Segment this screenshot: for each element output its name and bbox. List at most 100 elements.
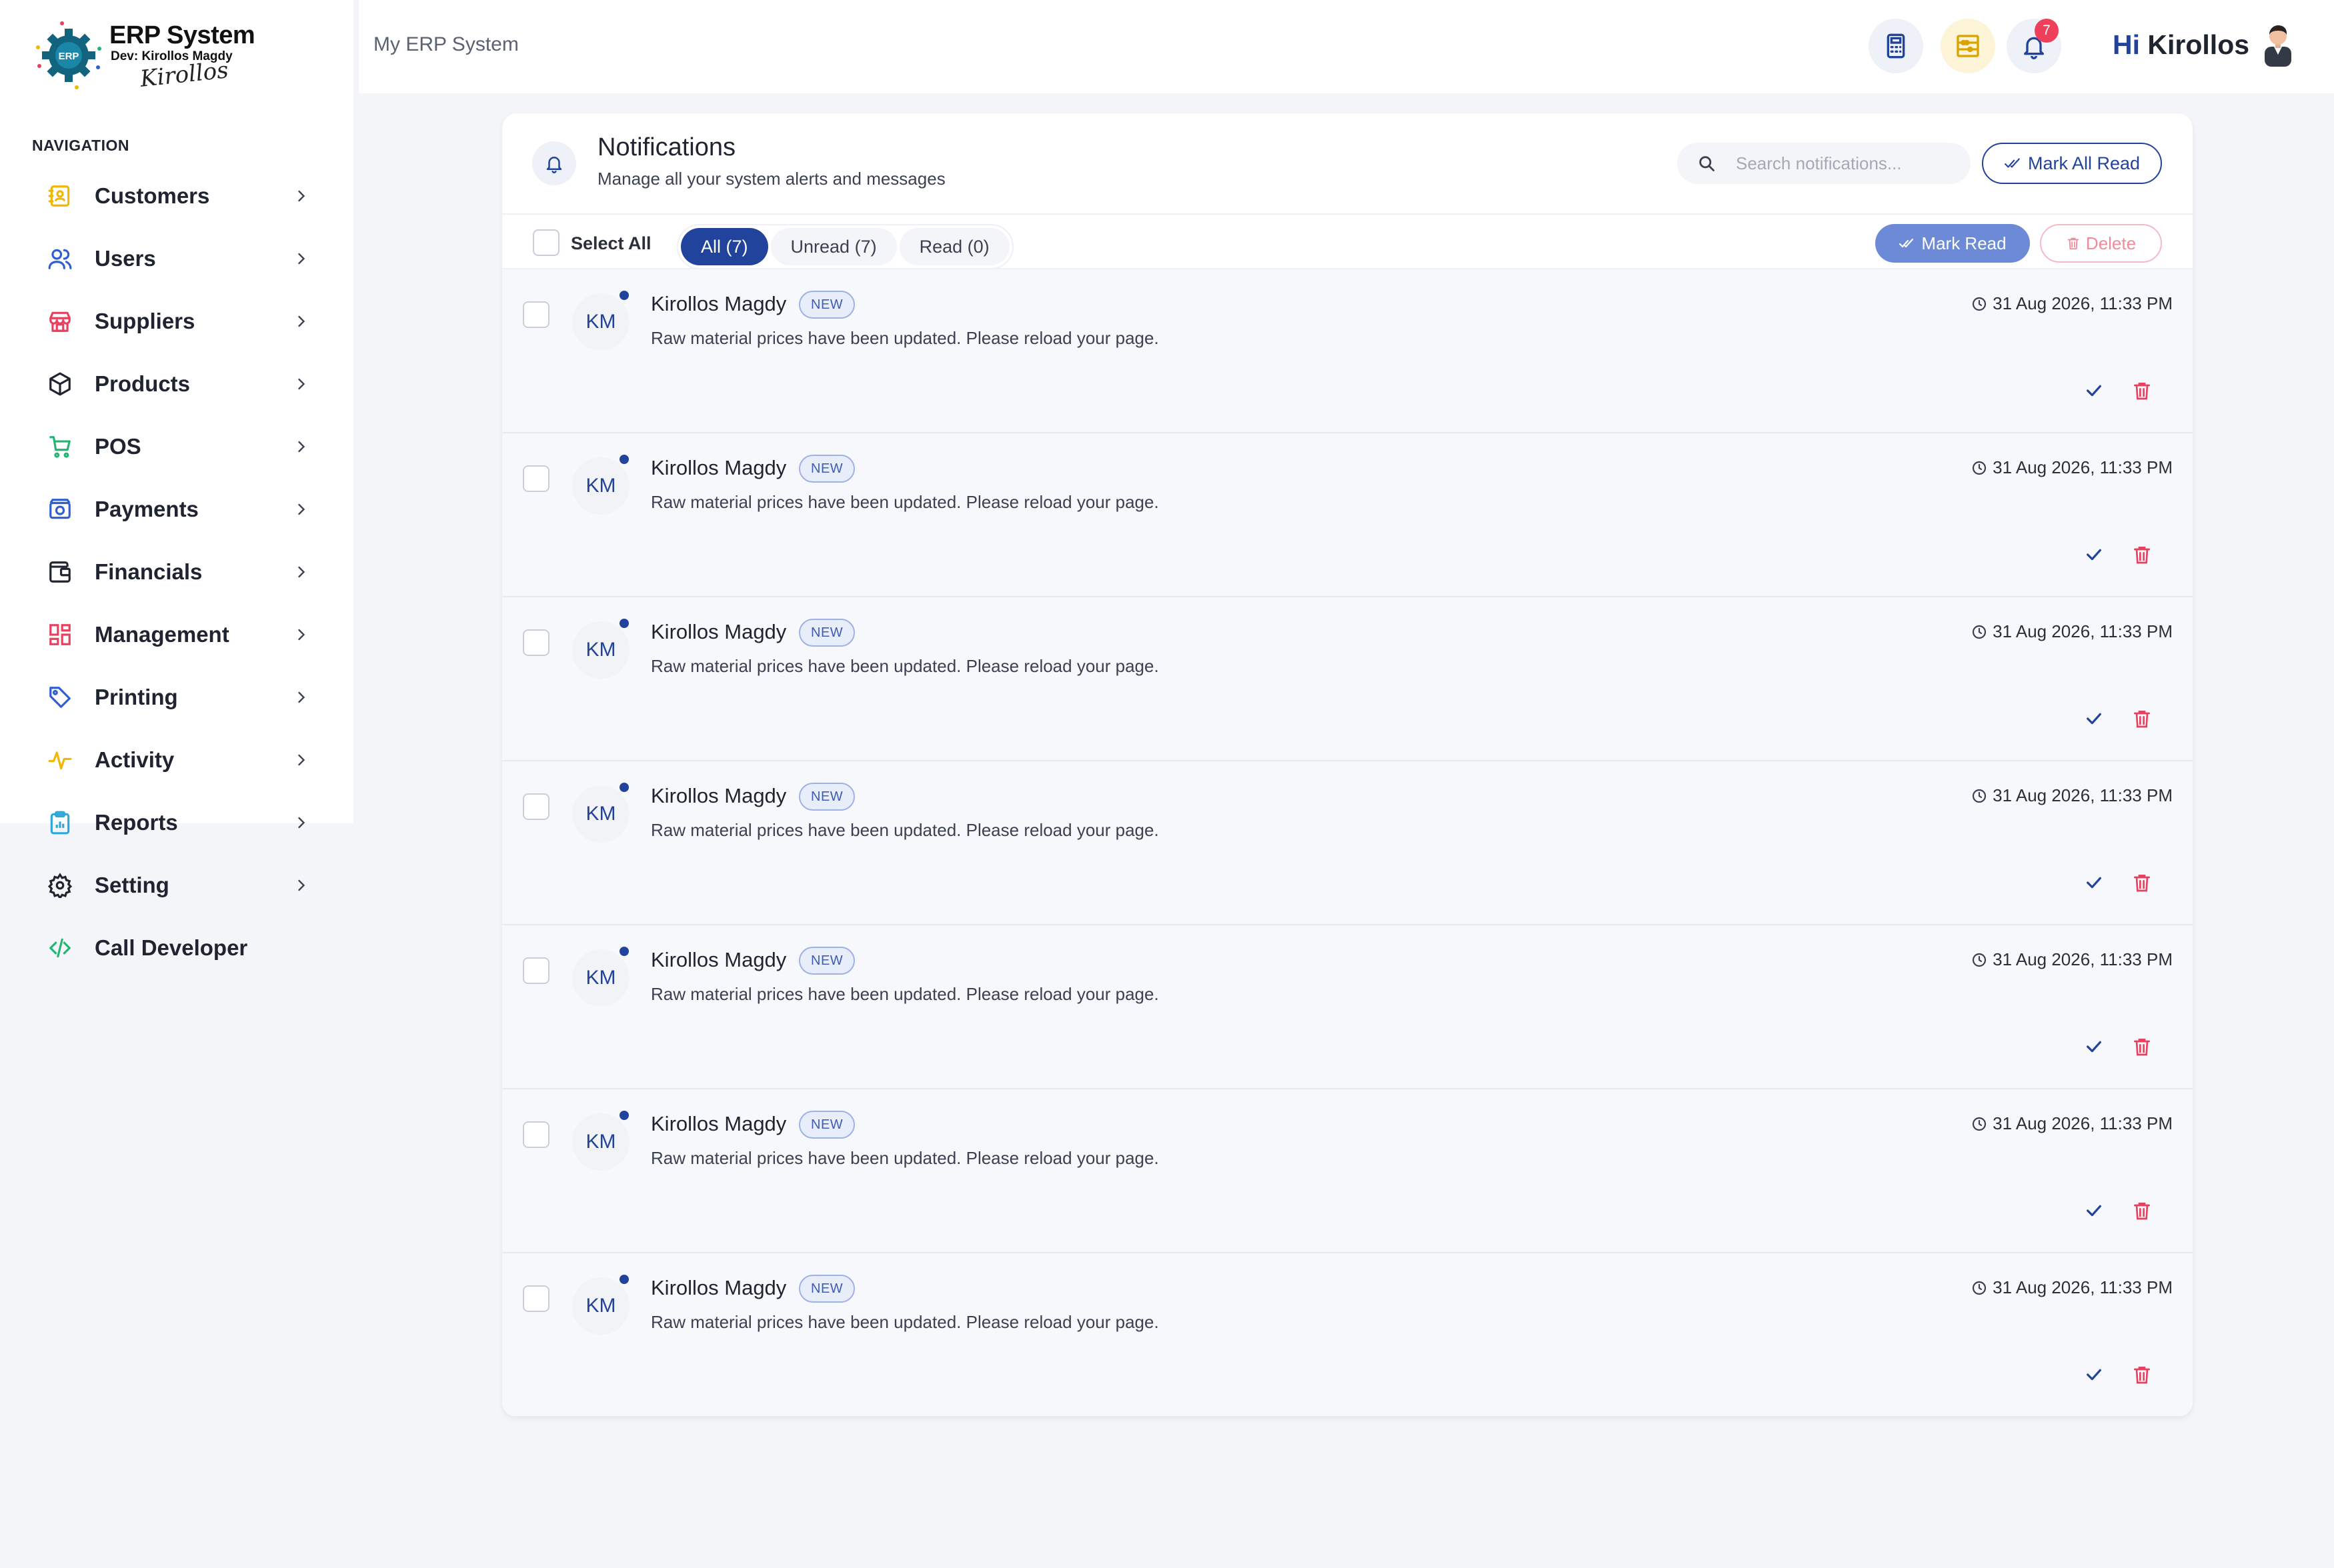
user-avatar-icon[interactable]: [2258, 23, 2298, 67]
notification-row[interactable]: KM Kirollos Magdy NEW Raw material prices h…: [502, 269, 2193, 433]
check-icon: [2087, 1369, 2101, 1381]
delete-row-button[interactable]: [2127, 1032, 2157, 1061]
sidebar-item-management[interactable]: Management: [0, 603, 353, 666]
check-icon: [2087, 549, 2101, 561]
notification-checkbox[interactable]: [523, 629, 549, 656]
sidebar-item-pos[interactable]: POS: [0, 415, 353, 478]
delete-row-button[interactable]: [2127, 704, 2157, 733]
abacus-button[interactable]: [1941, 19, 1995, 73]
delete-row-button[interactable]: [2127, 540, 2157, 569]
sidebar-item-financials[interactable]: Financials: [0, 541, 353, 603]
chevron-right-icon: [292, 751, 311, 769]
avatar-initials: KM: [586, 1131, 616, 1153]
search-input[interactable]: [1736, 153, 1963, 174]
sender-name: Kirollos Magdy: [651, 1112, 787, 1135]
select-all-checkbox[interactable]: [533, 229, 559, 256]
notification-time: 31 Aug 2026, 11:33 PM: [1971, 1277, 2173, 1298]
calculator-button[interactable]: [1869, 19, 1923, 73]
avatar: KM: [572, 621, 630, 679]
notification-time: 31 Aug 2026, 11:33 PM: [1971, 1113, 2173, 1134]
notification-row[interactable]: KM Kirollos Magdy NEW Raw material prices h…: [502, 597, 2193, 761]
notification-time: 31 Aug 2026, 11:33 PM: [1971, 457, 2173, 478]
tab-read[interactable]: Read (0): [899, 228, 1010, 265]
mark-all-read-button[interactable]: Mark All Read: [1982, 143, 2162, 184]
trash-icon: [2134, 875, 2150, 892]
sender-name: Kirollos Magdy: [651, 292, 787, 315]
sidebar-item-products[interactable]: Products: [0, 353, 353, 415]
notification-checkbox[interactable]: [523, 1121, 549, 1148]
timestamp: 31 Aug 2026, 11:33 PM: [1993, 293, 2173, 313]
nav-list: Customers Users Suppliers Products POS P…: [0, 165, 353, 979]
sidebar-item-printing[interactable]: Printing: [0, 666, 353, 729]
unread-dot: [620, 455, 629, 464]
delete-row-button[interactable]: [2127, 1360, 2157, 1389]
notification-row[interactable]: KM Kirollos Magdy NEW Raw material prices h…: [502, 433, 2193, 597]
notification-time: 31 Aug 2026, 11:33 PM: [1971, 785, 2173, 806]
mark-read-row-button[interactable]: [2079, 1360, 2109, 1389]
notifications-button[interactable]: 7: [2007, 19, 2061, 73]
sidebar-item-suppliers[interactable]: Suppliers: [0, 290, 353, 353]
new-badge: NEW: [799, 1111, 856, 1139]
greeting-hi: Hi: [2113, 29, 2140, 60]
erp-logo-icon: ERP: [36, 21, 101, 89]
sidebar-item-payments[interactable]: Payments: [0, 478, 353, 541]
sidebar-item-label: Customers: [95, 183, 210, 208]
search-box: [1677, 143, 1971, 184]
brand[interactable]: ERP ERP System Dev: Kirollos Magdy Kirol…: [33, 20, 313, 95]
sidebar-item-reports[interactable]: Reports: [0, 791, 353, 854]
delete-button[interactable]: Delete: [2040, 224, 2162, 263]
avatar: KM: [572, 1113, 630, 1171]
trash-icon: [2134, 1367, 2150, 1384]
tab-unread[interactable]: Unread (7): [770, 228, 897, 265]
dashboard-icon: [47, 621, 73, 648]
unread-dot: [620, 1275, 629, 1284]
notification-checkbox[interactable]: [523, 1285, 549, 1312]
panel-header: Notifications Manage all your system ale…: [502, 113, 2193, 215]
gear-icon: [47, 872, 73, 899]
trash-icon: [2134, 1039, 2150, 1056]
unread-dot: [620, 1111, 629, 1120]
avatar-initials: KM: [586, 1295, 616, 1317]
mark-read-row-button[interactable]: [2079, 540, 2109, 569]
sidebar-item-label: Products: [95, 371, 191, 396]
mark-read-row-button[interactable]: [2079, 376, 2109, 405]
notification-row[interactable]: KM Kirollos Magdy NEW Raw material prices h…: [502, 1089, 2193, 1253]
check-icon: [2087, 877, 2101, 889]
delete-row-button[interactable]: [2127, 1196, 2157, 1225]
notification-checkbox[interactable]: [523, 793, 549, 820]
mark-read-row-button[interactable]: [2079, 1196, 2109, 1225]
notification-checkbox[interactable]: [523, 301, 549, 328]
tag-icon: [47, 684, 73, 711]
sidebar-item-customers[interactable]: Customers: [0, 165, 353, 227]
notification-row[interactable]: KM Kirollos Magdy NEW Raw material prices h…: [502, 925, 2193, 1089]
customers-icon: [47, 183, 73, 209]
notification-time: 31 Aug 2026, 11:33 PM: [1971, 949, 2173, 970]
sidebar-item-users[interactable]: Users: [0, 227, 353, 290]
double-check-icon: [2005, 158, 2020, 168]
notification-row[interactable]: KM Kirollos Magdy NEW Raw material prices h…: [502, 1253, 2193, 1417]
app-name: My ERP System: [373, 33, 519, 55]
page-subtitle: Manage all your system alerts and messag…: [598, 169, 946, 189]
mark-read-row-button[interactable]: [2079, 1032, 2109, 1061]
clock-icon: [1973, 1117, 1987, 1131]
trash-icon: [2134, 711, 2150, 728]
notification-list: KM Kirollos Magdy NEW Raw material prices h…: [502, 269, 2193, 1417]
sidebar-item-setting[interactable]: Setting: [0, 854, 353, 917]
sidebar-item-label: Reports: [95, 810, 178, 835]
notifications-panel: Notifications Manage all your system ale…: [502, 113, 2193, 1417]
avatar: KM: [572, 949, 630, 1007]
mark-read-button[interactable]: Mark Read: [1875, 224, 2030, 263]
tab-all[interactable]: All (7): [681, 228, 768, 265]
sidebar-item-activity[interactable]: Activity: [0, 729, 353, 791]
mark-read-row-button[interactable]: [2079, 704, 2109, 733]
mark-read-row-button[interactable]: [2079, 868, 2109, 897]
sidebar-item-call-developer[interactable]: Call Developer: [0, 917, 353, 979]
delete-row-button[interactable]: [2127, 376, 2157, 405]
notification-checkbox[interactable]: [523, 957, 549, 984]
delete-row-button[interactable]: [2127, 868, 2157, 897]
wallet-icon: [47, 559, 73, 585]
sidebar-item-label: Payments: [95, 497, 199, 521]
notification-row[interactable]: KM Kirollos Magdy NEW Raw material prices h…: [502, 761, 2193, 925]
delete-label: Delete: [2085, 233, 2137, 253]
notification-checkbox[interactable]: [523, 465, 549, 492]
